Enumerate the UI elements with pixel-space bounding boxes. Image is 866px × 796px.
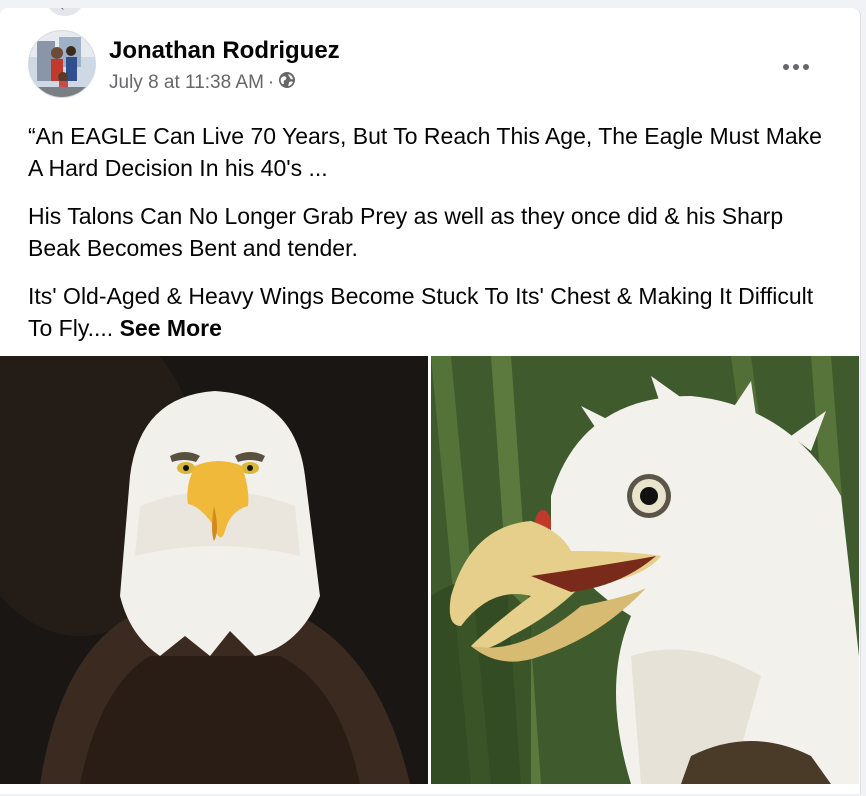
meta-separator: · — [267, 72, 275, 93]
post-card: ↩ Jonathan Rodriguez July 8 at 11:38 AM … — [0, 8, 861, 794]
post-meta: July 8 at 11:38 AM · — [109, 71, 296, 95]
bald-eagle-young-photo[interactable] — [0, 356, 428, 784]
globe-icon — [278, 71, 296, 95]
post-text: “An EAGLE Can Live 70 Years, But To Reac… — [28, 120, 838, 360]
bald-eagle-old-photo[interactable] — [431, 356, 859, 784]
avatar[interactable] — [28, 30, 96, 98]
see-more-link[interactable]: See More — [120, 315, 222, 341]
card-footer-spacer — [0, 784, 860, 794]
post-header: Jonathan Rodriguez July 8 at 11:38 AM · — [28, 30, 828, 100]
author-name[interactable]: Jonathan Rodriguez — [109, 37, 340, 65]
post-timestamp[interactable]: July 8 at 11:38 AM — [109, 72, 264, 94]
ellipsis-icon[interactable] — [776, 52, 816, 82]
post-paragraph: Its' Old-Aged & Heavy Wings Become Stuck… — [28, 280, 838, 344]
post-paragraph: His Talons Can No Longer Grab Prey as we… — [28, 203, 784, 261]
back-arrow-icon[interactable]: ↩ — [46, 8, 84, 16]
photo-grid — [0, 356, 860, 784]
post-paragraph: “An EAGLE Can Live 70 Years, But To Reac… — [28, 123, 822, 181]
